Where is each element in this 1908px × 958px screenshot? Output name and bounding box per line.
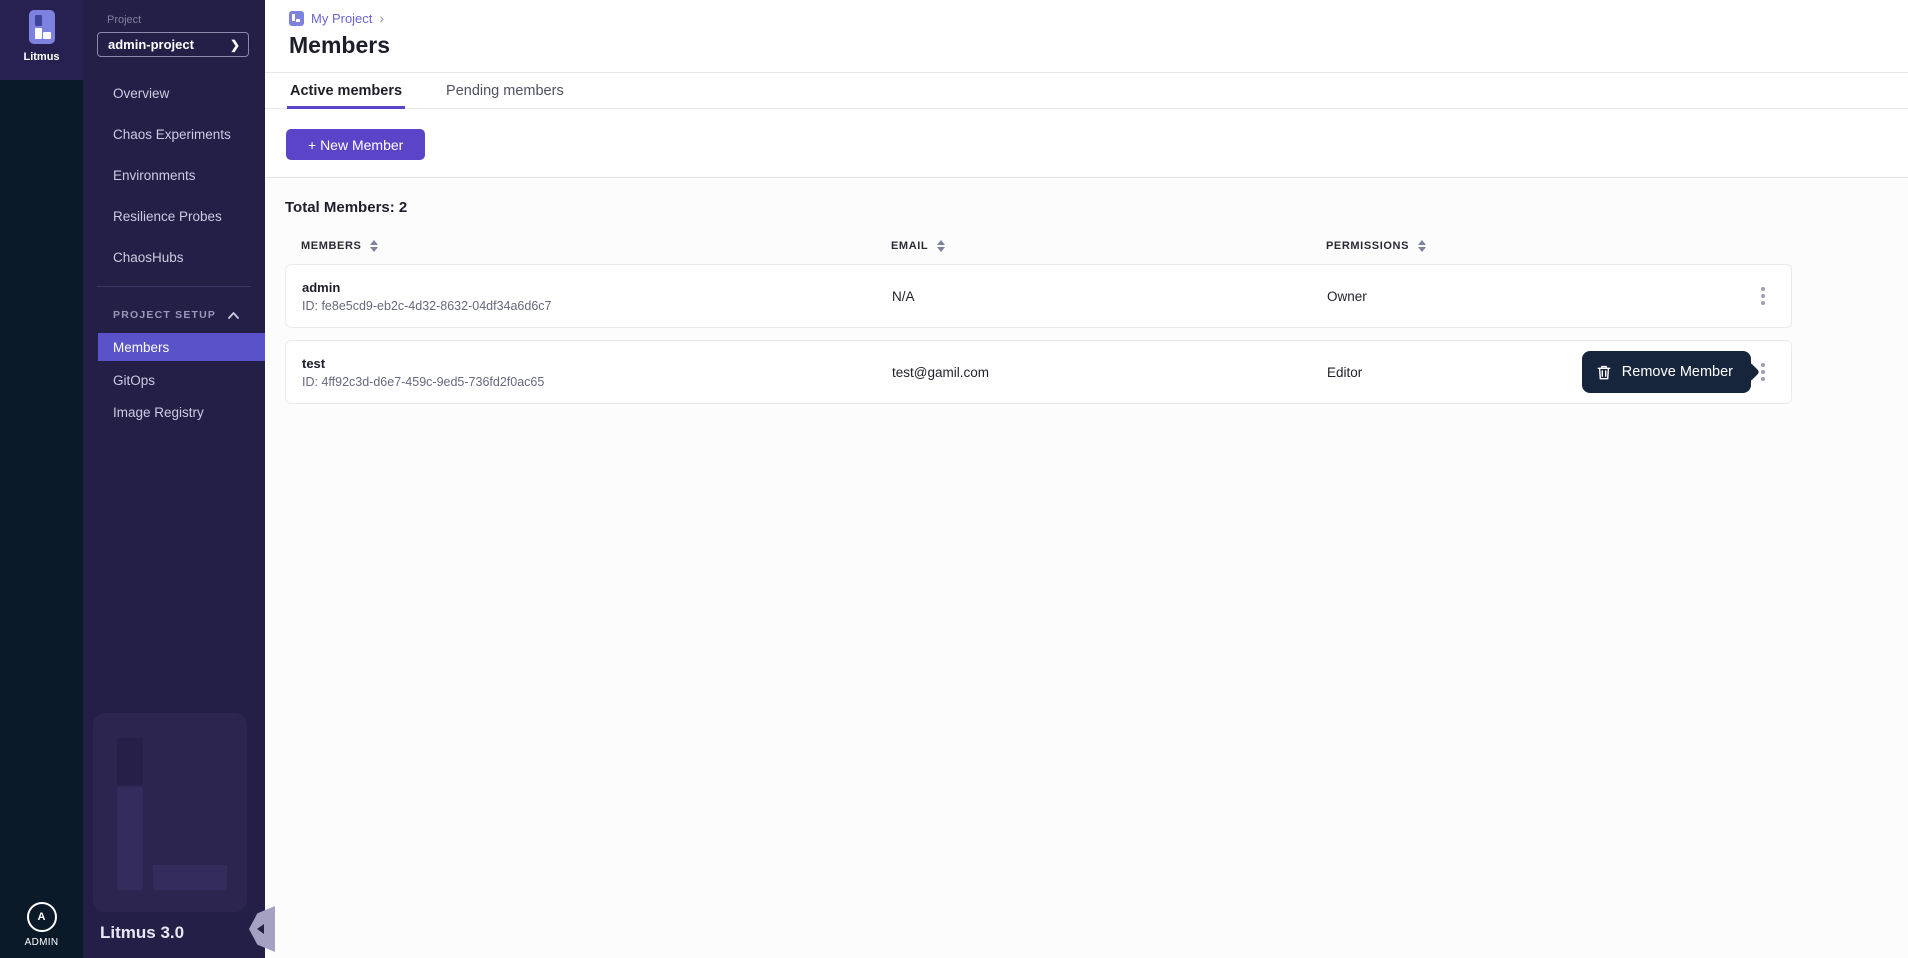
- logo-hbar: [43, 32, 51, 39]
- project-label: Project: [107, 14, 251, 26]
- tab-active-members[interactable]: Active members: [289, 73, 403, 108]
- sidebar-item-label: Chaos Experiments: [113, 127, 231, 142]
- sidebar-item-label: Members: [113, 340, 169, 355]
- sidebar-item-image-registry[interactable]: Image Registry: [83, 397, 265, 427]
- litmus-logo-block[interactable]: Litmus: [0, 0, 83, 80]
- row-actions: [1707, 283, 1791, 309]
- litmus-logo-icon: [29, 10, 55, 44]
- sidebar-divider: [97, 286, 251, 287]
- member-name: test: [302, 356, 892, 371]
- sidebar-item-chaoshubs[interactable]: ChaosHubs: [83, 237, 265, 278]
- member-name: admin: [302, 280, 892, 295]
- total-members-label: Total Members: 2: [285, 199, 1908, 216]
- rail-spacer: [0, 80, 83, 902]
- watermark-vbar: [117, 787, 143, 890]
- trash-icon: [1596, 364, 1612, 381]
- sidebar-item-label: Resilience Probes: [113, 209, 222, 224]
- members-section: Total Members: 2 MEMBERS EMAIL PERMISSIO…: [265, 178, 1908, 958]
- member-name-cell: admin ID: fe8e5cd9-eb2c-4d32-8632-04df34…: [302, 280, 892, 313]
- member-permission: Owner: [1327, 289, 1707, 304]
- litmus-watermark-logo: [93, 713, 247, 912]
- project-select-value: admin-project: [108, 37, 194, 52]
- sidebar-item-members[interactable]: Members: [98, 333, 265, 361]
- column-header-email[interactable]: EMAIL: [891, 240, 1326, 252]
- column-header-members[interactable]: MEMBERS: [301, 240, 891, 252]
- column-label: PERMISSIONS: [1326, 240, 1409, 252]
- project-block: Project admin-project ❯: [83, 0, 265, 57]
- app-window: Litmus A ADMIN Project admin-project ❯ O…: [0, 0, 1908, 958]
- chevron-right-icon: ›: [379, 10, 384, 26]
- column-label: EMAIL: [891, 240, 928, 252]
- sidebar-item-label: Environments: [113, 168, 196, 183]
- collapse-arrow-icon: [257, 924, 264, 934]
- sort-icon: [937, 240, 945, 252]
- breadcrumb: My Project ›: [265, 0, 1908, 26]
- breadcrumb-link[interactable]: My Project: [311, 11, 372, 26]
- logo-dot: [35, 15, 42, 26]
- logo-label: Litmus: [23, 51, 59, 63]
- user-block[interactable]: A ADMIN: [0, 902, 83, 958]
- sidebar-item-label: GitOps: [113, 373, 155, 388]
- project-icon: [289, 11, 304, 26]
- sort-icon: [370, 240, 378, 252]
- watermark-dot: [117, 738, 143, 785]
- logo-vbar: [35, 28, 42, 39]
- chevron-up-icon: [228, 312, 239, 319]
- sidebar-item-resilience-probes[interactable]: Resilience Probes: [83, 196, 265, 237]
- sidebar-item-label: ChaosHubs: [113, 250, 184, 265]
- sidebar-item-environments[interactable]: Environments: [83, 155, 265, 196]
- sidebar-item-overview[interactable]: Overview: [83, 73, 265, 114]
- watermark-hbar: [153, 865, 227, 890]
- sidebar-item-label: Overview: [113, 86, 169, 101]
- left-rail: Litmus A ADMIN: [0, 0, 83, 958]
- member-id: ID: 4ff92c3d-d6e7-459c-9ed5-736fd2f0ac65: [302, 375, 892, 389]
- sort-icon: [1418, 240, 1426, 252]
- main-content: My Project › Members Active members Pend…: [265, 0, 1908, 958]
- sidebar-nav: Overview Chaos Experiments Environments …: [83, 73, 265, 278]
- member-email: test@gamil.com: [892, 365, 1327, 380]
- member-name-cell: test ID: 4ff92c3d-d6e7-459c-9ed5-736fd2f…: [302, 356, 892, 389]
- chevron-right-icon: ❯: [230, 38, 240, 52]
- table-row-test: test ID: 4ff92c3d-d6e7-459c-9ed5-736fd2f…: [285, 340, 1792, 404]
- member-id: ID: fe8e5cd9-eb2c-4d32-8632-04df34a6d6c7: [302, 299, 892, 313]
- toolbar: + New Member: [265, 109, 1908, 177]
- remove-member-menu-item[interactable]: Remove Member: [1582, 351, 1751, 393]
- sidebar-collapse-handle[interactable]: [249, 906, 275, 952]
- column-header-permissions[interactable]: PERMISSIONS: [1326, 240, 1706, 252]
- table-row-admin: admin ID: fe8e5cd9-eb2c-4d32-8632-04df34…: [285, 264, 1792, 328]
- tab-pending-members[interactable]: Pending members: [445, 73, 565, 108]
- user-name-label: ADMIN: [25, 937, 59, 948]
- sidebar-item-gitops[interactable]: GitOps: [83, 365, 265, 395]
- page-title: Members: [265, 26, 1908, 59]
- sidebar-item-label: Image Registry: [113, 405, 204, 420]
- tabs-bar: Active members Pending members: [265, 73, 1908, 109]
- kebab-menu-icon[interactable]: [1757, 283, 1769, 309]
- project-select[interactable]: admin-project ❯: [97, 32, 249, 57]
- column-label: MEMBERS: [301, 240, 361, 252]
- section-label: PROJECT SETUP: [113, 309, 216, 321]
- table-header-row: MEMBERS EMAIL PERMISSIONS: [285, 240, 1792, 252]
- new-member-button[interactable]: + New Member: [286, 129, 425, 160]
- sidebar-item-chaos-experiments[interactable]: Chaos Experiments: [83, 114, 265, 155]
- sidebar: Project admin-project ❯ Overview Chaos E…: [83, 0, 265, 958]
- project-setup-section-header[interactable]: PROJECT SETUP: [83, 301, 265, 329]
- version-label: Litmus 3.0: [100, 923, 184, 943]
- remove-member-label: Remove Member: [1622, 364, 1733, 380]
- member-email: N/A: [892, 289, 1327, 304]
- avatar[interactable]: A: [27, 902, 57, 932]
